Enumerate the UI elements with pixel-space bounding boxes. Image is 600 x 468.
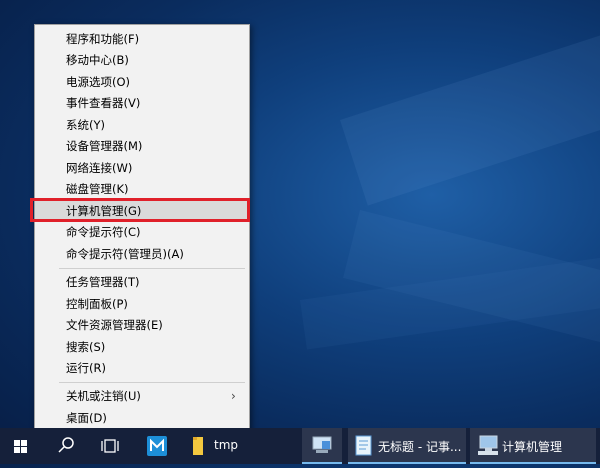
menu-item-label: 关机或注销(U) bbox=[66, 389, 141, 403]
menu-separator bbox=[59, 382, 245, 383]
menu-item-shutdown-signout[interactable]: 关机或注销(U) › bbox=[35, 386, 249, 407]
menu-item-system[interactable]: 系统(Y) bbox=[35, 115, 249, 136]
menu-separator bbox=[59, 268, 245, 269]
chevron-right-icon: › bbox=[231, 389, 236, 403]
start-button[interactable] bbox=[0, 428, 44, 464]
menu-item-mobility-center[interactable]: 移动中心(B) bbox=[35, 50, 249, 71]
menu-item-network-connections[interactable]: 网络连接(W) bbox=[35, 158, 249, 179]
menu-item-task-manager[interactable]: 任务管理器(T) bbox=[35, 272, 249, 293]
notepad-icon bbox=[355, 435, 372, 456]
taskbar-app-control-panel[interactable] bbox=[302, 428, 342, 464]
menu-item-search[interactable]: 搜索(S) bbox=[35, 337, 249, 358]
taskbar-app-computer-management[interactable]: 计算机管理 bbox=[470, 428, 596, 464]
menu-item-power-options[interactable]: 电源选项(O) bbox=[35, 72, 249, 93]
menu-item-run[interactable]: 运行(R) bbox=[35, 358, 249, 379]
menu-item-device-manager[interactable]: 设备管理器(M) bbox=[35, 136, 249, 157]
menu-item-event-viewer[interactable]: 事件查看器(V) bbox=[35, 93, 249, 114]
taskbar-app-notepad[interactable]: 无标题 - 记事... bbox=[348, 428, 466, 464]
search-icon bbox=[58, 437, 74, 453]
search-button[interactable] bbox=[48, 428, 84, 464]
menu-item-computer-management[interactable]: 计算机管理(G) bbox=[35, 201, 249, 222]
menu-item-disk-management[interactable]: 磁盘管理(K) bbox=[35, 179, 249, 200]
menu-item-file-explorer[interactable]: 文件资源管理器(E) bbox=[35, 315, 249, 336]
menu-item-control-panel[interactable]: 控制面板(P) bbox=[35, 294, 249, 315]
task-view-icon bbox=[101, 439, 119, 453]
menu-item-command-prompt-admin[interactable]: 命令提示符(管理员)(A) bbox=[35, 244, 249, 265]
taskbar-app-browser[interactable] bbox=[138, 428, 174, 464]
maxthon-browser-icon bbox=[147, 436, 167, 456]
task-view-button[interactable] bbox=[92, 428, 128, 464]
taskbar-label: 计算机管理 bbox=[502, 440, 563, 454]
menu-item-desktop[interactable]: 桌面(D) bbox=[35, 408, 249, 429]
computer-management-icon bbox=[478, 435, 498, 455]
taskbar: tmp 无标题 - 记事... 计算机管理 bbox=[0, 428, 600, 464]
control-panel-icon bbox=[312, 436, 332, 453]
menu-item-command-prompt[interactable]: 命令提示符(C) bbox=[35, 222, 249, 243]
folder-icon bbox=[193, 437, 203, 455]
menu-item-programs-features[interactable]: 程序和功能(F) bbox=[35, 29, 249, 50]
taskbar-app-folder[interactable]: tmp bbox=[184, 428, 268, 464]
taskbar-label: tmp bbox=[214, 438, 239, 452]
taskbar-label: 无标题 - 记事... bbox=[378, 440, 462, 454]
winx-context-menu: 程序和功能(F) 移动中心(B) 电源选项(O) 事件查看器(V) 系统(Y) … bbox=[34, 24, 250, 434]
